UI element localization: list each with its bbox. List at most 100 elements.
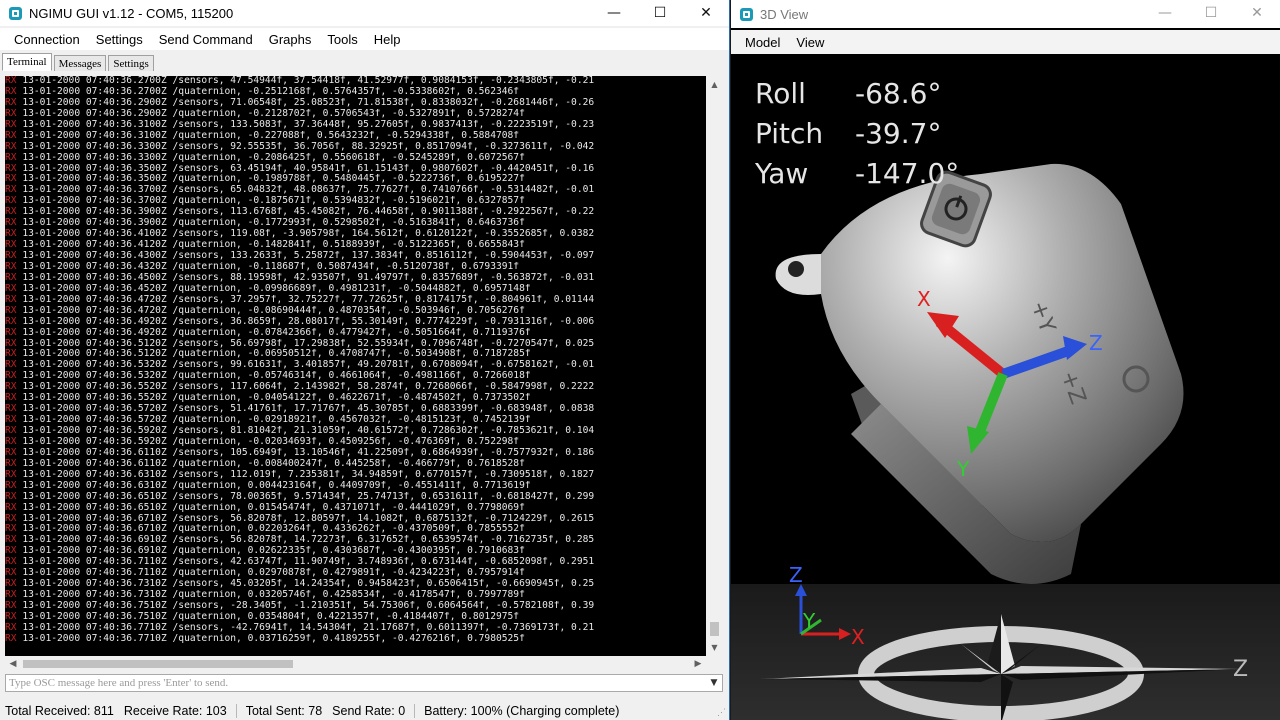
terminal-line-text: 13-01-2000 07:40:36.4500Z /sensors, 88.1… — [16, 272, 595, 283]
terminal-line-text: 13-01-2000 07:40:36.5520Z /sensors, 117.… — [16, 382, 595, 393]
terminal-vertical-scrollbar[interactable]: ▲ ▼ — [706, 76, 723, 656]
rx-prefix: RX — [5, 305, 17, 316]
terminal-line: RX 13-01-2000 07:40:36.6310Z /sensors, 1… — [5, 470, 706, 481]
status-divider — [235, 704, 237, 718]
terminal-line-text: 13-01-2000 07:40:36.5720Z /quaternion, -… — [16, 415, 531, 426]
terminal-line-text: 13-01-2000 07:40:36.5320Z /quaternion, -… — [16, 371, 531, 382]
menu-settings[interactable]: Settings — [88, 32, 151, 47]
scroll-up-arrow-icon[interactable]: ▲ — [706, 76, 723, 93]
tab-settings[interactable]: Settings — [108, 55, 154, 71]
menu-send-command[interactable]: Send Command — [151, 32, 261, 47]
battery-status: Battery: 100% (Charging complete) — [424, 704, 620, 718]
menu-graphs[interactable]: Graphs — [261, 32, 320, 47]
menu-help[interactable]: Help — [366, 32, 409, 47]
rx-prefix: RX — [5, 163, 17, 174]
rx-prefix: RX — [5, 272, 17, 283]
body-y-axis-label: Y — [956, 457, 970, 481]
rx-prefix: RX — [5, 360, 17, 371]
minimize-button[interactable]: — — [1142, 0, 1188, 26]
terminal-line-text: 13-01-2000 07:40:36.4120Z /quaternion, -… — [16, 240, 525, 251]
chevron-down-icon[interactable]: ▼ — [706, 675, 722, 691]
terminal-line: RX 13-01-2000 07:40:36.6310Z /quaternion… — [5, 481, 706, 492]
scroll-right-arrow-icon[interactable]: ▶ — [690, 656, 706, 672]
menu-view[interactable]: View — [788, 35, 832, 50]
terminal-line: RX 13-01-2000 07:40:36.5920Z /sensors, 8… — [5, 426, 706, 437]
terminal-line-text: 13-01-2000 07:40:36.2700Z /quaternion, -… — [16, 86, 520, 97]
rx-prefix: RX — [5, 633, 17, 644]
minimize-button[interactable]: — — [591, 0, 637, 26]
osc-message-combobox[interactable]: ▼ — [5, 674, 723, 692]
rx-prefix: RX — [5, 622, 17, 633]
terminal-line: RX 13-01-2000 07:40:36.4920Z /sensors, 3… — [5, 317, 706, 328]
terminal-line-text: 13-01-2000 07:40:36.3900Z /quaternion, -… — [16, 218, 525, 229]
scroll-down-arrow-icon[interactable]: ▼ — [706, 639, 723, 656]
window-title-3d: 3D View — [760, 6, 809, 22]
terminal-line: RX 13-01-2000 07:40:36.3900Z /sensors, 1… — [5, 207, 706, 218]
close-button[interactable]: ✕ — [683, 0, 729, 26]
terminal-line-text: 13-01-2000 07:40:36.3700Z /sensors, 65.0… — [16, 185, 595, 196]
terminal-line-text: 13-01-2000 07:40:36.3700Z /quaternion, -… — [16, 196, 525, 207]
3d-scene-viewport[interactable]: Roll -68.6° Pitch -39.7° Yaw -147.0° Z +… — [731, 54, 1280, 720]
menu-bar-3d: Model View — [731, 30, 1280, 54]
terminal-line-text: 13-01-2000 07:40:36.6110Z /sensors, 105.… — [16, 447, 595, 458]
terminal-line-text: 13-01-2000 07:40:36.7510Z /quaternion, 0… — [16, 611, 520, 622]
terminal-line-text: 13-01-2000 07:40:36.5720Z /sensors, 51.4… — [16, 404, 595, 415]
menu-model[interactable]: Model — [737, 35, 788, 50]
osc-message-input[interactable] — [6, 675, 706, 691]
terminal-line: RX 13-01-2000 07:40:36.7310Z /quaternion… — [5, 590, 706, 601]
terminal-line: RX 13-01-2000 07:40:36.6510Z /quaternion… — [5, 503, 706, 514]
rx-prefix: RX — [5, 196, 17, 207]
orientation-readout: Roll -68.6° Pitch -39.7° Yaw -147.0° — [755, 74, 959, 194]
terminal-line: RX 13-01-2000 07:40:36.6910Z /sensors, 5… — [5, 535, 706, 546]
terminal-output[interactable]: RX 13-01-2000 07:40:36.2700Z /sensors, 4… — [5, 76, 706, 656]
rx-prefix: RX — [5, 382, 17, 393]
titlebar: NGIMU GUI v1.12 - COM5, 115200 — ☐ ✕ — [0, 0, 729, 26]
terminal-line: RX 13-01-2000 07:40:36.4300Z /sensors, 1… — [5, 251, 706, 262]
terminal-line: RX 13-01-2000 07:40:36.5720Z /quaternion… — [5, 415, 706, 426]
terminal-line-text: 13-01-2000 07:40:36.6310Z /sensors, 112.… — [16, 469, 595, 480]
terminal-line-text: 13-01-2000 07:40:36.6310Z /quaternion, 0… — [16, 480, 531, 491]
terminal-horizontal-scrollbar[interactable]: ◀ ▶ — [5, 656, 706, 672]
terminal-line-text: 13-01-2000 07:40:36.2900Z /quaternion, -… — [16, 108, 525, 119]
body-x-axis-label: X — [917, 287, 931, 311]
terminal-line-text: 13-01-2000 07:40:36.5920Z /sensors, 81.8… — [16, 426, 595, 436]
horizontal-scroll-thumb[interactable] — [23, 660, 293, 668]
menu-connection[interactable]: Connection — [6, 32, 88, 47]
terminal-line-text: 13-01-2000 07:40:36.4920Z /sensors, 36.8… — [16, 316, 595, 327]
terminal-line: RX 13-01-2000 07:40:36.7510Z /sensors, -… — [5, 601, 706, 612]
terminal-line: RX 13-01-2000 07:40:36.6110Z /sensors, 1… — [5, 448, 706, 459]
vertical-scroll-thumb[interactable] — [710, 622, 719, 636]
tab-terminal[interactable]: Terminal — [2, 53, 52, 71]
rx-prefix: RX — [5, 436, 17, 447]
menu-tools[interactable]: Tools — [319, 32, 365, 47]
terminal-line: RX 13-01-2000 07:40:36.2700Z /quaternion… — [5, 87, 706, 98]
scroll-left-arrow-icon[interactable]: ◀ — [5, 656, 21, 672]
terminal-line-text: 13-01-2000 07:40:36.3900Z /sensors, 113.… — [16, 207, 595, 218]
maximize-button[interactable]: ☐ — [637, 0, 683, 26]
terminal-line: RX 13-01-2000 07:40:36.5120Z /sensors, 5… — [5, 339, 706, 350]
titlebar-3d: 3D View — ☐ ✕ — [731, 0, 1280, 28]
tab-messages[interactable]: Messages — [53, 55, 107, 71]
maximize-button[interactable]: ☐ — [1188, 0, 1234, 26]
compass-north-marker: Z — [1233, 657, 1248, 682]
terminal-line-text: 13-01-2000 07:40:36.7510Z /sensors, -28.… — [16, 601, 595, 611]
world-x-axis-label: X — [851, 625, 865, 649]
terminal-line-text: 13-01-2000 07:40:36.5120Z /quaternion, -… — [16, 349, 531, 360]
rx-prefix: RX — [5, 524, 17, 535]
terminal-line: RX 13-01-2000 07:40:36.7510Z /quaternion… — [5, 612, 706, 623]
terminal-line: RX 13-01-2000 07:40:36.6510Z /sensors, 7… — [5, 492, 706, 503]
resize-grip-icon[interactable]: ⋰ — [717, 707, 726, 718]
terminal-line-text: 13-01-2000 07:40:36.4100Z /sensors, 119.… — [16, 229, 595, 240]
terminal-line: RX 13-01-2000 07:40:36.2900Z /quaternion… — [5, 109, 706, 120]
terminal-line: RX 13-01-2000 07:40:36.3500Z /sensors, 6… — [5, 164, 706, 175]
close-button[interactable]: ✕ — [1234, 0, 1280, 26]
terminal-line: RX 13-01-2000 07:40:36.4500Z /sensors, 8… — [5, 273, 706, 284]
terminal-line: RX 13-01-2000 07:40:36.3700Z /sensors, 6… — [5, 185, 706, 196]
rx-prefix: RX — [5, 393, 17, 404]
rx-prefix: RX — [5, 535, 17, 546]
rx-prefix: RX — [5, 579, 17, 590]
terminal-line-text: 13-01-2000 07:40:36.6510Z /sensors, 78.0… — [16, 491, 595, 502]
terminal-line-text: 13-01-2000 07:40:36.7310Z /sensors, 45.0… — [16, 579, 595, 590]
rx-prefix: RX — [5, 119, 17, 130]
rx-prefix: RX — [5, 108, 17, 119]
